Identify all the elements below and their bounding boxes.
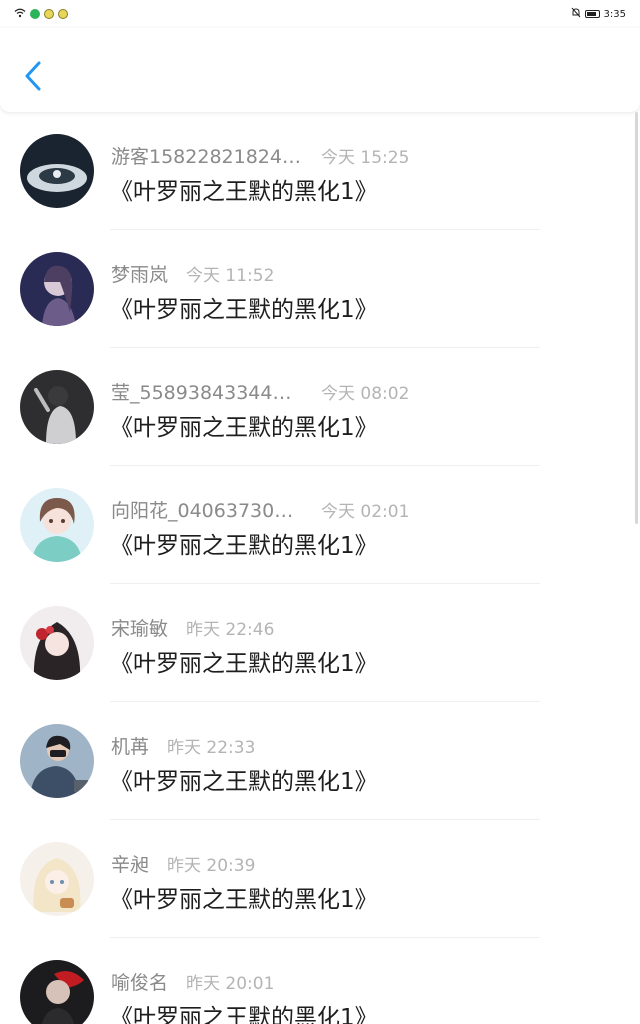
meta-line: 莹_5589384334419... 今天 08:02 <box>111 378 409 405</box>
book-title: 《叶罗丽之王默的黑化1》 <box>110 1005 378 1024</box>
wechat-icon <box>30 9 40 19</box>
list-item[interactable]: 宋瑜敏 昨天 22:46 《叶罗丽之王默的黑化1》 <box>0 584 640 702</box>
time-text: 昨天 20:01 <box>186 974 275 994</box>
avatar[interactable] <box>20 960 94 1024</box>
back-button[interactable] <box>18 58 48 98</box>
meta-line: 游客1582282182498 今天 15:25 <box>111 142 409 169</box>
scrollbar[interactable] <box>635 112 638 524</box>
time-text: 昨天 22:46 <box>186 620 275 640</box>
meta-line: 机苒 昨天 22:33 <box>111 732 255 759</box>
battery-icon <box>584 10 600 18</box>
user-name: 梦雨岚 <box>111 264 169 286</box>
status-time: 3:35 <box>603 8 626 20</box>
avatar[interactable] <box>20 488 94 562</box>
avatar[interactable] <box>20 842 94 916</box>
reader-list: 游客1582282182498 今天 15:25 《叶罗丽之王默的黑化1》 梦雨… <box>0 112 640 1024</box>
time-text: 今天 08:02 <box>321 384 410 404</box>
user-name: 游客1582282182498 <box>111 146 303 168</box>
screen: 3:35 游客1582282182498 今天 15:25 《叶罗丽之王默的黑化… <box>0 0 640 1024</box>
meta-line: 辛昶 昨天 20:39 <box>111 850 255 877</box>
list-item[interactable]: 喻俊名 昨天 20:01 《叶罗丽之王默的黑化1》 <box>0 938 640 1024</box>
list-item[interactable]: 向阳花_040637301... 今天 02:01 《叶罗丽之王默的黑化1》 <box>0 466 640 584</box>
book-title: 《叶罗丽之王默的黑化1》 <box>110 769 378 795</box>
user-name: 向阳花_040637301... <box>111 500 303 522</box>
list-item[interactable]: 辛昶 昨天 20:39 《叶罗丽之王默的黑化1》 <box>0 820 640 938</box>
book-title: 《叶罗丽之王默的黑化1》 <box>110 887 378 913</box>
emoji-icon <box>58 9 68 19</box>
book-title: 《叶罗丽之王默的黑化1》 <box>110 179 378 205</box>
user-name: 辛昶 <box>111 854 150 876</box>
list-item[interactable]: 机苒 昨天 22:33 《叶罗丽之王默的黑化1》 <box>0 702 640 820</box>
wifi-icon <box>14 8 26 21</box>
avatar[interactable] <box>20 606 94 680</box>
chevron-left-icon <box>24 60 42 96</box>
status-bar: 3:35 <box>0 0 640 28</box>
time-text: 今天 02:01 <box>321 502 410 522</box>
book-title: 《叶罗丽之王默的黑化1》 <box>110 415 378 441</box>
user-name: 宋瑜敏 <box>111 618 169 640</box>
meta-line: 宋瑜敏 昨天 22:46 <box>111 614 274 641</box>
list-item[interactable]: 莹_5589384334419... 今天 08:02 《叶罗丽之王默的黑化1》 <box>0 348 640 466</box>
list-item[interactable]: 梦雨岚 今天 11:52 《叶罗丽之王默的黑化1》 <box>0 230 640 348</box>
meta-line: 喻俊名 昨天 20:01 <box>111 968 274 995</box>
avatar[interactable] <box>20 370 94 444</box>
emoji-icon <box>44 9 54 19</box>
header <box>0 28 640 112</box>
status-right: 3:35 <box>571 7 626 21</box>
list-item[interactable]: 游客1582282182498 今天 15:25 《叶罗丽之王默的黑化1》 <box>0 112 640 230</box>
time-text: 今天 15:25 <box>321 148 410 168</box>
status-left <box>14 8 68 21</box>
meta-line: 向阳花_040637301... 今天 02:01 <box>111 496 409 523</box>
bell-off-icon <box>571 7 581 21</box>
avatar[interactable] <box>20 724 94 798</box>
book-title: 《叶罗丽之王默的黑化1》 <box>110 297 378 323</box>
book-title: 《叶罗丽之王默的黑化1》 <box>110 651 378 677</box>
user-name: 喻俊名 <box>111 972 169 994</box>
user-name: 机苒 <box>111 736 150 758</box>
user-name: 莹_5589384334419... <box>111 382 303 404</box>
time-text: 昨天 22:33 <box>167 738 256 758</box>
time-text: 今天 11:52 <box>186 266 275 286</box>
time-text: 昨天 20:39 <box>167 856 256 876</box>
meta-line: 梦雨岚 今天 11:52 <box>111 260 274 287</box>
avatar[interactable] <box>20 252 94 326</box>
avatar[interactable] <box>20 134 94 208</box>
book-title: 《叶罗丽之王默的黑化1》 <box>110 533 378 559</box>
